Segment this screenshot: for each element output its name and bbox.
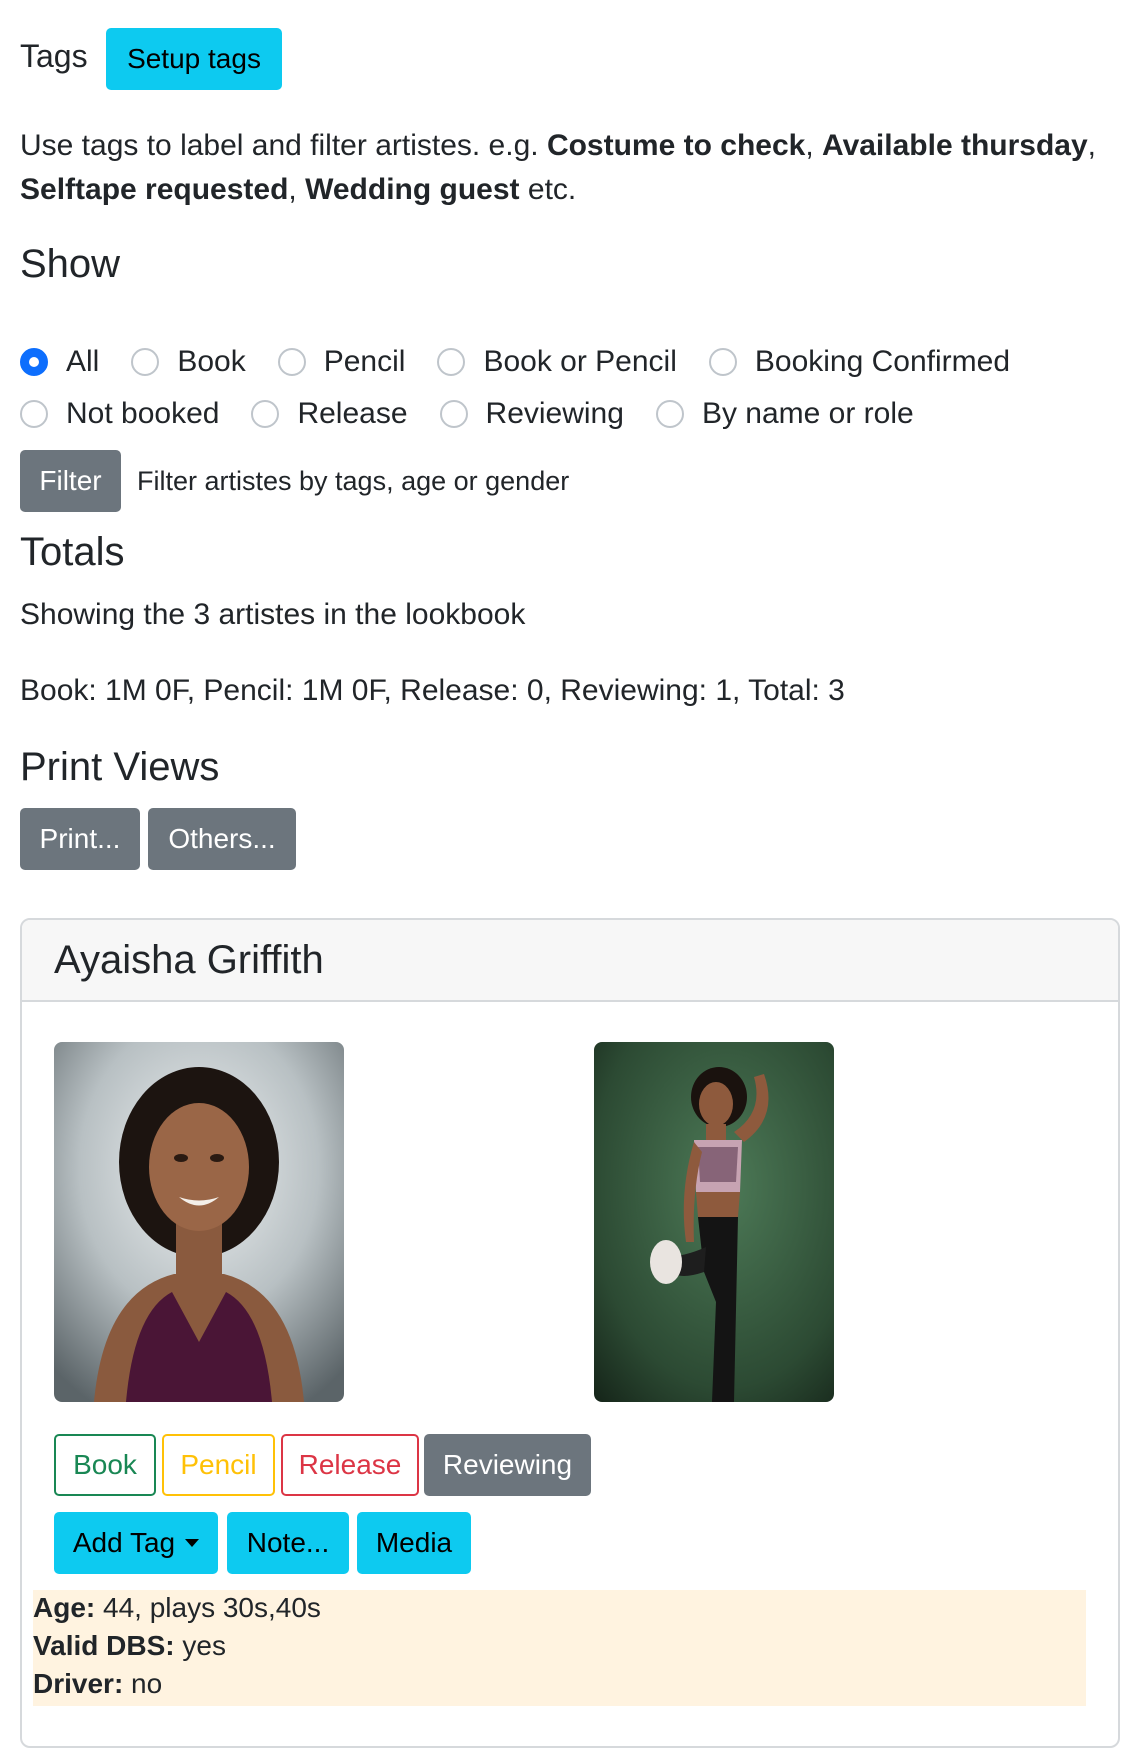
radio-release-label: Release [297,397,408,430]
radio-by-name-or-role-circle[interactable] [655,400,684,428]
intro-example-selftape: Selftape requested [20,173,289,206]
radio-not-booked[interactable]: Not booked [20,397,219,431]
pencil-status-button[interactable]: Pencil [162,1434,275,1496]
show-radio-group: All Book Pencil Book or Pencil Booking C… [20,342,1042,382]
headshot-image [54,1042,344,1402]
radio-booking-confirmed-circle[interactable] [708,348,737,376]
radio-book-circle[interactable] [131,348,160,376]
radio-book-or-pencil-circle[interactable] [437,348,466,376]
note-button[interactable]: Note... [227,1512,349,1574]
intro-sep: , [805,129,823,162]
radio-by-name-or-role-label: By name or role [701,397,914,430]
radio-book-or-pencil[interactable]: Book or Pencil [437,345,677,379]
caret-down-icon [185,1539,200,1547]
artiste-full-length-photo[interactable] [594,1042,834,1402]
radio-all-circle[interactable] [20,348,48,376]
driver-line: Driver: no [33,1668,162,1700]
intro-example-costume: Costume to check [546,129,806,162]
radio-reviewing[interactable]: Reviewing [439,397,624,431]
radio-reviewing-circle[interactable] [439,400,468,428]
show-heading: Show [20,242,121,286]
artiste-card-header: Ayaisha Griffith [22,920,1118,1002]
totals-summary-text: Book: 1M 0F, Pencil: 1M 0F, Release: 0, … [20,674,845,707]
driver-label: Driver: [33,1668,124,1699]
reviewing-status-button[interactable]: Reviewing [424,1434,591,1496]
filter-button[interactable]: Filter [20,450,121,512]
radio-not-booked-label: Not booked [66,397,220,430]
filter-hint: Filter artistes by tags, age or gender [137,466,570,496]
totals-heading: Totals [20,530,125,574]
radio-pencil[interactable]: Pencil [277,345,406,379]
driver-value: no [123,1668,163,1699]
radio-release[interactable]: Release [251,397,408,431]
intro-example-available: Available thursday [822,129,1088,162]
radio-booking-confirmed[interactable]: Booking Confirmed [708,345,1011,379]
media-button[interactable]: Media [357,1512,471,1574]
tags-intro-text: Use tags to label and filter artistes. e… [20,124,1100,212]
show-radio-group-row2: Not booked Release Reviewing By name or … [20,394,946,434]
others-button[interactable]: Others... [148,808,296,870]
tags-label: Tags [20,38,88,74]
age-value: 44, plays 30s,40s [95,1592,321,1623]
intro-sep: , [1087,129,1097,162]
release-status-button[interactable]: Release [281,1434,419,1496]
book-status-button[interactable]: Book [54,1434,156,1496]
radio-booking-confirmed-label: Booking Confirmed [754,345,1011,378]
full-length-image [594,1042,834,1402]
radio-reviewing-label: Reviewing [485,397,624,430]
setup-tags-button[interactable]: Setup tags [106,28,282,90]
print-views-heading: Print Views [20,745,220,789]
intro-example-wedding: Wedding guest [305,173,520,206]
radio-by-name-or-role[interactable]: By name or role [655,397,914,431]
radio-release-circle[interactable] [251,400,280,428]
radio-book[interactable]: Book [131,345,246,379]
radio-book-or-pencil-label: Book or Pencil [483,345,677,378]
radio-pencil-circle[interactable] [277,348,306,376]
intro-sep: , [288,173,306,206]
radio-not-booked-circle[interactable] [20,400,48,428]
radio-pencil-label: Pencil [323,345,406,378]
intro-prefix: Use tags to label and filter artistes. e… [20,129,547,162]
intro-suffix: etc. [519,173,577,206]
dbs-value: yes [174,1630,226,1661]
dbs-line: Valid DBS: yes [33,1630,226,1662]
add-tag-dropdown-button[interactable]: Add Tag [54,1512,218,1574]
artiste-details-box: Age: 44, plays 30s,40s Valid DBS: yes Dr… [33,1590,1086,1706]
radio-all[interactable]: All [20,345,99,379]
radio-book-label: Book [177,345,246,378]
print-button[interactable]: Print... [20,808,140,870]
dbs-label: Valid DBS: [33,1630,175,1661]
age-label: Age: [33,1592,96,1623]
age-line: Age: 44, plays 30s,40s [33,1592,321,1624]
radio-all-label: All [66,345,100,378]
artiste-name: Ayaisha Griffith [54,938,324,982]
artiste-headshot-photo[interactable] [54,1042,344,1402]
add-tag-label: Add Tag [72,1527,176,1558]
totals-showing-text: Showing the 3 artistes in the lookbook [20,598,526,631]
